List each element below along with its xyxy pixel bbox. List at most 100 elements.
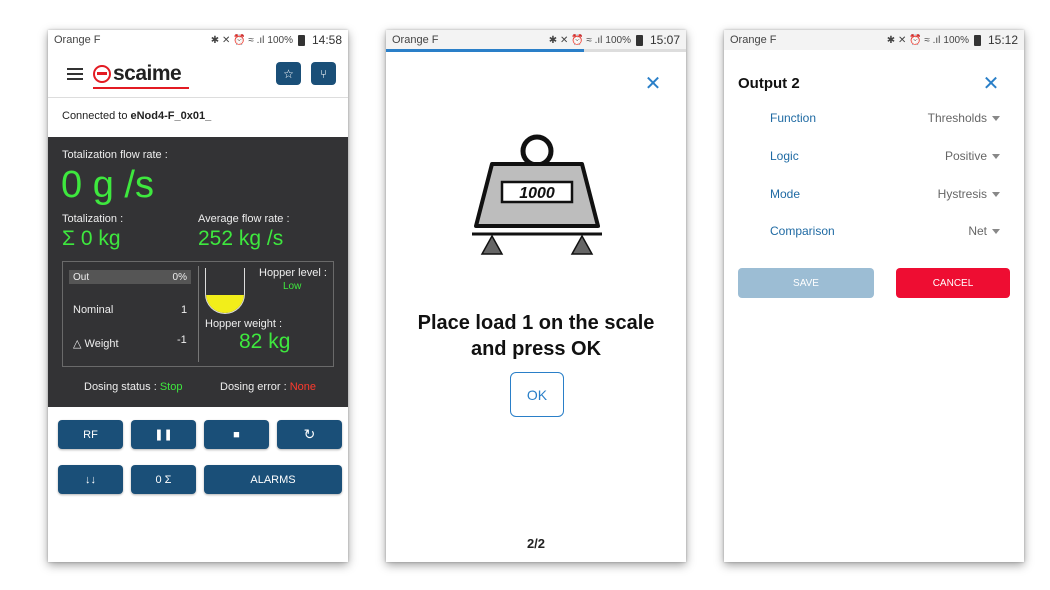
carrier-label: Orange F <box>730 34 777 46</box>
comparison-select[interactable]: Net <box>968 224 1000 238</box>
logic-select[interactable]: Positive <box>945 149 1000 163</box>
dosing-error-value: None <box>289 381 316 393</box>
weight-ring <box>520 134 554 168</box>
dosing-status: Dosing status : Stop <box>84 381 182 393</box>
device-name: eNod4-F_0x01_ <box>130 110 212 122</box>
mode-label: Mode <box>770 187 801 201</box>
hopper-level-value: Low <box>283 281 302 292</box>
out-label: Out <box>73 271 90 283</box>
dosing-status-label: Dosing status : <box>84 381 160 393</box>
setting-row-function[interactable]: Function Thresholds <box>770 108 1000 128</box>
double-down-arrow-icon: ↓↓ <box>85 473 96 486</box>
star-icon: ☆ <box>283 66 294 81</box>
mode-select[interactable]: Hystresis <box>938 187 1000 201</box>
logic-value: Positive <box>944 149 987 163</box>
setting-row-logic[interactable]: Logic Positive <box>770 146 1000 166</box>
phone-screen-dosing: Orange F ✱ ✕ ⏰ ≈ .ıl 100% 14:58 scaime ☆… <box>48 30 348 562</box>
instruction-line-1: Place load 1 on the scale <box>417 312 655 334</box>
logic-label: Logic <box>770 149 799 163</box>
totalization-label: Totalization : <box>62 213 124 225</box>
scale-foot-left <box>480 234 504 255</box>
star-button[interactable]: ☆ <box>276 62 301 85</box>
zero-total-button[interactable]: 0 Σ <box>131 465 196 494</box>
weight-label: Weight <box>84 338 119 350</box>
logo-mark-icon <box>93 65 111 83</box>
connection-button[interactable]: ⑂ <box>311 62 336 85</box>
totalization-value: Σ 0 kg <box>62 227 121 250</box>
weight-label-text: 1000 <box>519 185 555 202</box>
status-glyphs: ✱ ✕ ⏰ ≈ .ıl <box>210 34 265 46</box>
comparison-value: Net <box>968 224 987 238</box>
page-indicator: 2/2 <box>526 536 546 551</box>
nominal-value: 1 <box>181 304 188 316</box>
setting-row-comparison[interactable]: Comparison Net <box>770 221 1000 241</box>
hopper-weight-label: Hopper weight : <box>205 318 283 330</box>
dosing-error: Dosing error : None <box>220 381 316 393</box>
refresh-button[interactable]: ↻ <box>277 420 342 449</box>
clock: 15:12 <box>987 33 1018 47</box>
chevron-down-icon <box>992 228 1000 234</box>
mode-value: Hystresis <box>937 187 987 201</box>
totalization-flow-rate-value: 0 g /s <box>61 164 154 206</box>
out-value: 0% <box>172 271 187 283</box>
cancel-button[interactable]: CANCEL <box>896 268 1010 298</box>
dosing-status-value: Stop <box>159 381 183 393</box>
status-icons: ✱ ✕ ⏰ ≈ .ıl 100% 15:07 <box>549 33 680 47</box>
alarms-button[interactable]: ALARMS <box>204 465 342 494</box>
fork-icon: ⑂ <box>319 66 328 81</box>
status-glyphs: ✱ ✕ ⏰ ≈ .ıl <box>548 34 603 46</box>
status-bar: Orange F ✱ ✕ ⏰ ≈ .ıl 100% 15:12 <box>724 30 1024 50</box>
close-icon[interactable]: ✕ <box>644 74 662 94</box>
chevron-down-icon <box>992 191 1000 197</box>
battery-percent: 100% <box>267 34 293 46</box>
weight-scale-illustration: 1000 <box>472 134 602 255</box>
stop-button[interactable]: ■ <box>204 420 269 449</box>
discharge-button[interactable]: ↓↓ <box>58 465 123 494</box>
pause-button[interactable]: ❚❚ <box>131 420 196 449</box>
hopper-weight-value: 82 kg <box>239 330 291 353</box>
setting-row-mode[interactable]: Mode Hystresis <box>770 184 1000 204</box>
stop-icon: ■ <box>233 428 240 441</box>
instruction-line-2: and press OK <box>470 338 602 360</box>
chevron-down-icon <box>992 115 1000 121</box>
nominal-label: Nominal <box>73 304 114 316</box>
weight-value: -1 <box>177 334 187 346</box>
comparison-label: Comparison <box>770 224 835 238</box>
save-button[interactable]: SAVE <box>738 268 874 298</box>
menu-icon[interactable] <box>67 68 83 80</box>
battery-percent: 100% <box>943 34 969 46</box>
function-value: Thresholds <box>927 111 987 125</box>
scaime-logo: scaime <box>93 62 182 86</box>
pause-icon: ❚❚ <box>154 429 173 441</box>
connection-status: Connected to eNod4-F_0x01_ <box>48 100 348 136</box>
status-icons: ✱ ✕ ⏰ ≈ .ıl 100% 14:58 <box>211 33 342 47</box>
status-glyphs: ✱ ✕ ⏰ ≈ .ıl <box>886 34 941 46</box>
phone-screen-output-settings: Orange F ✱ ✕ ⏰ ≈ .ıl 100% 15:12 Output 2… <box>724 30 1024 562</box>
function-select[interactable]: Thresholds <box>928 111 1000 125</box>
average-flow-rate-value: 252 kg /s <box>198 227 284 250</box>
connected-prefix: Connected to <box>62 110 131 122</box>
phone-screen-calibration: Orange F ✱ ✕ ⏰ ≈ .ıl 100% 15:07 ✕ 1000 P… <box>386 30 686 562</box>
status-bar: Orange F ✱ ✕ ⏰ ≈ .ıl 100% 15:07 <box>386 30 686 50</box>
scale-foot-right <box>570 234 594 255</box>
carrier-label: Orange F <box>54 34 101 46</box>
status-icons: ✱ ✕ ⏰ ≈ .ıl 100% 15:12 <box>887 33 1018 47</box>
ok-button[interactable]: OK <box>510 372 564 417</box>
dialog-title: Output 2 <box>738 75 800 92</box>
function-label: Function <box>770 111 817 125</box>
logo-text: scaime <box>113 62 182 85</box>
average-flow-rate-label: Average flow rate : <box>198 213 290 225</box>
refresh-icon: ↻ <box>303 426 316 442</box>
dosing-dashboard: Totalization flow rate : 0 g /s Totaliza… <box>48 137 348 407</box>
battery-icon <box>973 34 981 46</box>
clock: 15:07 <box>649 33 680 47</box>
rf-button[interactable]: RF <box>58 420 123 449</box>
wizard-progress <box>386 49 686 52</box>
close-icon[interactable]: ✕ <box>982 74 1000 94</box>
clock: 14:58 <box>311 33 342 47</box>
status-panel: Out 0% Nominal 1 △ Weight -1 Hopper leve… <box>62 261 334 367</box>
panel-divider <box>198 266 199 362</box>
logo-underline <box>93 87 189 89</box>
dosing-error-label: Dosing error : <box>220 381 290 393</box>
hopper-icon <box>205 268 245 314</box>
